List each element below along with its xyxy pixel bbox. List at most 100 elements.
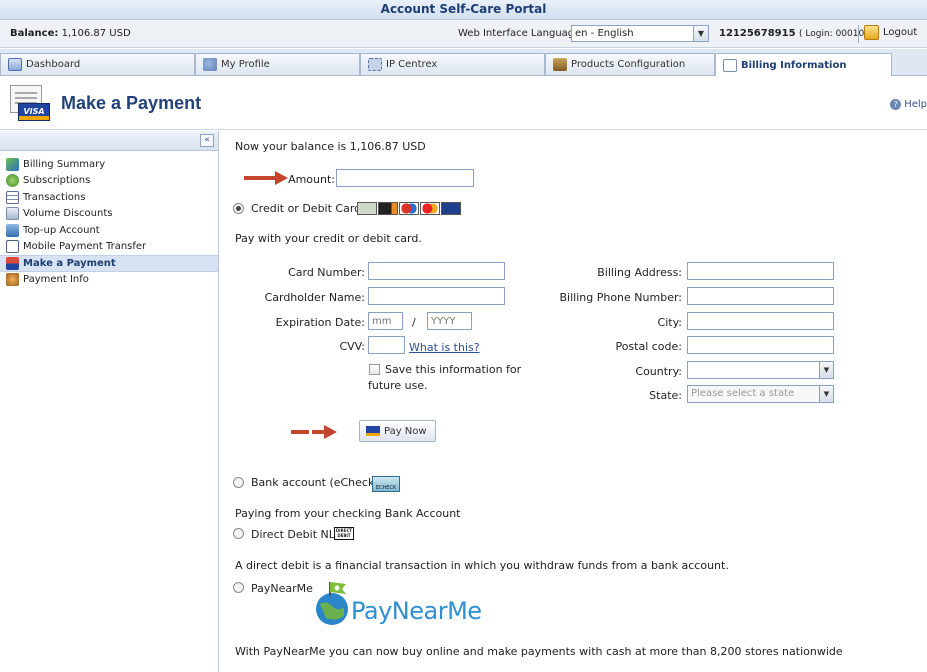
amount-input[interactable] xyxy=(336,169,474,187)
sidebar-header: « xyxy=(0,131,218,151)
recycle-icon xyxy=(6,174,19,188)
logout-label: Logout xyxy=(883,27,918,38)
sidebar-item-label: Volume Discounts xyxy=(23,208,113,220)
billing-address-label: Billing Address: xyxy=(597,266,682,279)
network-icon xyxy=(368,58,382,71)
billing-phone-input[interactable] xyxy=(687,287,834,305)
sidebar-menu: Billing Summary Subscriptions Transactio… xyxy=(0,156,218,288)
paynearme-logo xyxy=(316,582,348,625)
discount-icon xyxy=(6,207,19,221)
exp-month-input[interactable] xyxy=(368,312,403,330)
bank-hint: Paying from your checking Bank Account xyxy=(235,507,461,520)
language-select[interactable]: en - English ▼ xyxy=(571,25,709,42)
tab-label: Dashboard xyxy=(26,59,81,70)
payment-form: Now your balance is 1,106.87 USD Amount:… xyxy=(220,131,927,672)
sidebar-item-make-a-payment[interactable]: Make a Payment xyxy=(0,255,218,272)
sidebar-item-transactions[interactable]: Transactions xyxy=(0,189,218,206)
credit-card-icon: VISA xyxy=(10,85,52,123)
direct-debit-radio[interactable] xyxy=(233,528,244,539)
sidebar-item-label: Payment Info xyxy=(23,274,89,286)
paynearme-label: PayNearMe xyxy=(251,582,313,595)
tab-dashboard[interactable]: Dashboard xyxy=(0,53,195,75)
cirrus-icon xyxy=(357,202,377,215)
cardholder-label: Cardholder Name: xyxy=(264,291,365,304)
direct-debit-hint: A direct debit is a financial transactio… xyxy=(235,559,729,572)
bank-option-label: Bank account (eCheck) xyxy=(251,476,379,489)
billing-address-input[interactable] xyxy=(687,262,834,280)
chevron-down-icon[interactable]: ▼ xyxy=(819,362,833,378)
country-label: Country: xyxy=(635,365,682,378)
help-label: Help xyxy=(904,99,927,110)
tab-products-configuration[interactable]: Products Configuration xyxy=(545,53,715,75)
tab-label: Billing Information xyxy=(741,59,847,71)
sidebar: « Billing Summary Subscriptions Transact… xyxy=(0,131,219,672)
mobile-transfer-icon xyxy=(6,240,19,254)
direct-debit-icon: DIRECT DEBIT xyxy=(334,527,354,540)
city-input[interactable] xyxy=(687,312,834,330)
cvv-input[interactable] xyxy=(368,336,405,354)
cardholder-input[interactable] xyxy=(368,287,505,305)
sidebar-item-mobile-payment-transfer[interactable]: Mobile Payment Transfer xyxy=(0,239,218,256)
products-icon xyxy=(553,58,567,71)
arrow-indicator xyxy=(291,425,345,439)
card-number-label: Card Number: xyxy=(288,266,365,279)
state-placeholder: Please select a state xyxy=(691,388,795,399)
bank-account-radio[interactable] xyxy=(233,477,244,488)
tab-billing-information[interactable]: Billing Information xyxy=(715,53,892,76)
divider xyxy=(858,25,859,43)
sidebar-item-label: Make a Payment xyxy=(23,257,116,269)
people-icon xyxy=(6,273,19,287)
sidebar-item-payment-info[interactable]: Payment Info xyxy=(0,272,218,289)
logout-button[interactable]: Logout xyxy=(864,25,917,40)
card-icon xyxy=(6,256,19,270)
pay-now-button[interactable]: Pay Now xyxy=(359,420,436,442)
paynearme-hint: With PayNearMe you can now buy online an… xyxy=(235,645,843,658)
chevron-down-icon[interactable]: ▼ xyxy=(693,26,708,41)
chevron-down-icon[interactable]: ▼ xyxy=(819,386,833,402)
city-label: City: xyxy=(657,316,682,329)
tab-ip-centrex[interactable]: IP Centrex xyxy=(360,53,545,75)
direct-debit-label: Direct Debit NL xyxy=(251,528,335,541)
paynearme-radio[interactable] xyxy=(233,582,244,593)
balance-display: Balance: 1,106.87 USD xyxy=(10,28,131,39)
sidebar-item-label: Mobile Payment Transfer xyxy=(23,241,147,253)
credit-card-icon xyxy=(366,426,380,436)
tab-my-profile[interactable]: My Profile xyxy=(195,53,360,75)
help-icon: ? xyxy=(890,99,902,110)
paynearme-logo-text: PayNearMe xyxy=(351,597,482,625)
language-value: en - English xyxy=(575,28,634,39)
state-select[interactable]: Please select a state ▼ xyxy=(687,385,834,403)
state-label: State: xyxy=(649,389,682,402)
sidebar-item-label: Top-up Account xyxy=(23,224,100,236)
country-select[interactable]: ▼ xyxy=(687,361,834,379)
visa-icon xyxy=(441,202,461,215)
account-info: 12125678915 ( Login: 000100 ) xyxy=(719,28,876,39)
exp-year-input[interactable] xyxy=(427,312,472,330)
sidebar-item-billing-summary[interactable]: Billing Summary xyxy=(0,156,218,173)
sidebar-item-label: Billing Summary xyxy=(23,158,106,170)
save-info-label: Save this information for future use. xyxy=(368,363,522,392)
card-number-input[interactable] xyxy=(368,262,505,280)
cvv-label: CVV: xyxy=(339,340,365,353)
balance-text: Now your balance is 1,106.87 USD xyxy=(235,140,426,153)
billing-phone-label: Billing Phone Number: xyxy=(559,291,683,304)
sidebar-item-volume-discounts[interactable]: Volume Discounts xyxy=(0,206,218,223)
page-title: Make a Payment xyxy=(61,93,202,113)
help-button[interactable]: ? Help xyxy=(890,99,927,110)
chart-icon xyxy=(6,157,19,171)
sidebar-item-subscriptions[interactable]: Subscriptions xyxy=(0,173,218,190)
sidebar-item-top-up-account[interactable]: Top-up Account xyxy=(0,222,218,239)
what-is-this-link[interactable]: What is this? xyxy=(409,341,480,354)
collapse-sidebar-button[interactable]: « xyxy=(200,134,214,147)
exp-slash: / xyxy=(412,316,416,329)
credit-hint: Pay with your credit or debit card. xyxy=(235,232,422,245)
expiration-label: Expiration Date: xyxy=(275,316,365,329)
postal-code-input[interactable] xyxy=(687,336,834,354)
table-icon xyxy=(6,190,19,204)
mastercard-icon xyxy=(420,202,440,215)
credit-card-radio[interactable] xyxy=(233,203,244,214)
credit-option-label: Credit or Debit Card xyxy=(251,202,362,215)
tab-label: Products Configuration xyxy=(571,59,686,70)
amount-label: Amount: xyxy=(288,173,335,186)
page-header: VISA Make a Payment ? Help xyxy=(0,77,927,130)
